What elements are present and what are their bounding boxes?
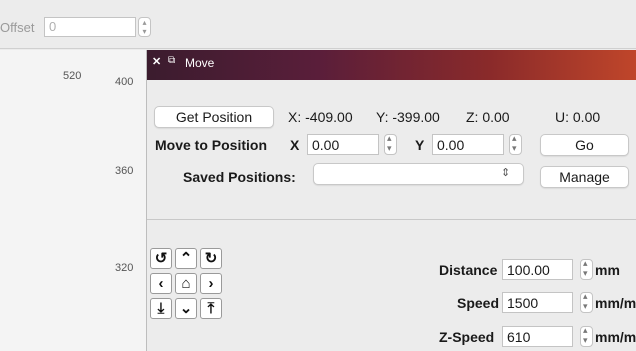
- speed-field[interactable]: 1500: [502, 292, 573, 313]
- arrow-up-jog-button[interactable]: ⌃: [175, 248, 197, 269]
- rotate-cw-jog-button[interactable]: ↻: [200, 248, 222, 269]
- rotate-ccw-icon: ↺: [154, 250, 168, 267]
- window-title: Move: [185, 56, 215, 70]
- arrow-up-icon: ⌃: [179, 250, 193, 267]
- x-field[interactable]: 0.00: [307, 134, 379, 155]
- x-label: X: [290, 137, 300, 153]
- rotate-cw-icon: ↻: [204, 250, 218, 267]
- move-to-position-label: Move to Position: [155, 137, 267, 153]
- y-stepper[interactable]: [509, 133, 522, 155]
- saved-positions-label: Saved Positions:: [183, 169, 296, 185]
- distance-stepper[interactable]: [580, 258, 593, 280]
- offset-input[interactable]: 0: [44, 17, 136, 37]
- window-titlebar: ✕ ⧉ Move: [147, 50, 636, 80]
- y-label: Y: [415, 137, 425, 153]
- position-z-readout: Z: 0.00: [466, 109, 510, 125]
- arrow-right-jog-button[interactable]: ›: [200, 273, 222, 294]
- zspeed-stepper[interactable]: [580, 325, 593, 347]
- arrow-right-icon: ›: [208, 275, 214, 292]
- zspeed-unit: mm/m: [595, 329, 636, 345]
- position-u-readout: U: 0.00: [555, 109, 601, 125]
- zspeed-field[interactable]: 610: [502, 326, 573, 347]
- z-down-icon: ⤓: [157, 300, 165, 317]
- close-icon[interactable]: ✕: [152, 55, 161, 68]
- ruler-tick-320: 320: [115, 262, 134, 274]
- y-field[interactable]: 0.00: [432, 134, 504, 155]
- ruler-tick-400: 400: [115, 76, 134, 88]
- home-icon: ⌂: [181, 275, 191, 292]
- toolbar: Offset 0 ▴ ▾: [0, 0, 636, 49]
- position-y-readout: Y: -399.00: [376, 109, 440, 125]
- z-up-jog-button[interactable]: ⤒: [200, 298, 222, 319]
- z-up-icon: ⤒: [207, 300, 215, 317]
- manage-button[interactable]: Manage: [540, 166, 629, 188]
- arrow-left-jog-button[interactable]: ‹: [150, 273, 172, 294]
- x-stepper[interactable]: [384, 133, 397, 155]
- move-window: ✕ ⧉ Move Get Position X: -409.00 Y: -399…: [146, 50, 636, 351]
- chevron-updown-icon: ⇕: [501, 167, 511, 179]
- position-x-readout: X: -409.00: [288, 109, 353, 125]
- speed-label: Speed: [457, 295, 500, 311]
- speed-unit: mm/m: [595, 295, 636, 311]
- arrow-down-icon: ⌄: [179, 300, 193, 317]
- go-button[interactable]: Go: [540, 134, 629, 156]
- offset-label: Offset: [0, 20, 35, 35]
- speed-stepper[interactable]: [580, 291, 593, 313]
- get-position-button[interactable]: Get Position: [154, 106, 274, 128]
- saved-positions-select[interactable]: [313, 163, 524, 185]
- arrow-left-icon: ‹: [158, 275, 164, 292]
- restore-icon[interactable]: ⧉: [168, 55, 175, 66]
- canvas-area: 520 400 360 320: [0, 50, 147, 351]
- distance-label: Distance: [439, 262, 498, 278]
- offset-stepper[interactable]: ▴ ▾: [138, 17, 151, 37]
- ruler-tick-520: 520: [63, 70, 82, 82]
- z-down-jog-button[interactable]: ⤓: [150, 298, 172, 319]
- ruler-tick-360: 360: [115, 165, 134, 177]
- zspeed-label: Z-Speed: [439, 329, 495, 345]
- arrow-down-jog-button[interactable]: ⌄: [175, 298, 197, 319]
- rotate-ccw-jog-button[interactable]: ↺: [150, 248, 172, 269]
- distance-field[interactable]: 100.00: [502, 259, 573, 280]
- home-jog-button[interactable]: ⌂: [175, 273, 197, 294]
- divider: [147, 219, 636, 220]
- distance-unit: mm: [595, 262, 620, 278]
